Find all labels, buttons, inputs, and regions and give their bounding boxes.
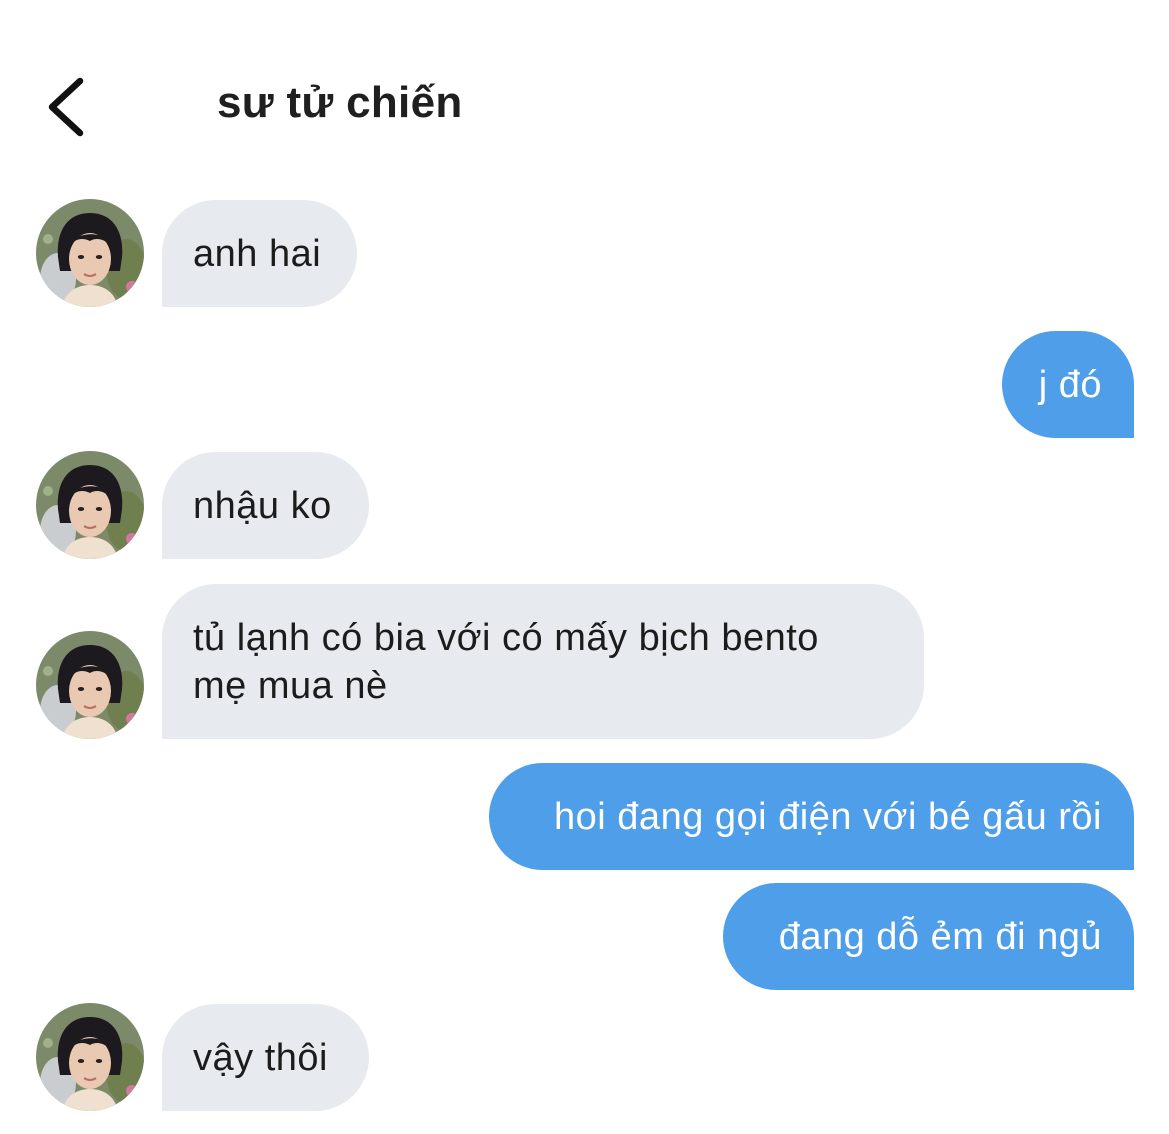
- incoming-message[interactable]: nhậu ko: [162, 452, 369, 559]
- message-line: tủ lạnh có bia với có mấy bịch bento: [193, 617, 819, 659]
- message-text: vậy thôi: [193, 1037, 328, 1079]
- chevron-left-icon: [48, 77, 84, 137]
- chat-title[interactable]: sư tử chiến: [217, 78, 463, 128]
- message-text: anh hai: [193, 233, 322, 275]
- message-text: nhậu ko: [193, 485, 332, 527]
- chat-header: sư tử chiến: [0, 0, 1169, 180]
- back-button[interactable]: [40, 72, 100, 142]
- contact-avatar[interactable]: [36, 199, 144, 307]
- message-text: j đó: [1038, 364, 1102, 406]
- contact-avatar[interactable]: [36, 1003, 144, 1111]
- outgoing-message[interactable]: j đó: [1002, 331, 1134, 438]
- incoming-message[interactable]: anh hai: [162, 200, 357, 307]
- message-line: mẹ mua nè: [193, 665, 388, 707]
- incoming-message[interactable]: tủ lạnh có bia với có mấy bịch bento mẹ …: [162, 584, 924, 739]
- incoming-message[interactable]: vậy thôi: [162, 1004, 369, 1111]
- outgoing-message[interactable]: hoi đang gọi điện với bé gấu rồi: [489, 763, 1134, 870]
- contact-avatar[interactable]: [36, 451, 144, 559]
- message-text: đang dỗ ẻm đi ngủ: [778, 916, 1102, 958]
- message-text: hoi đang gọi điện với bé gấu rồi: [554, 796, 1102, 838]
- contact-avatar[interactable]: [36, 631, 144, 739]
- outgoing-message[interactable]: đang dỗ ẻm đi ngủ: [723, 883, 1134, 990]
